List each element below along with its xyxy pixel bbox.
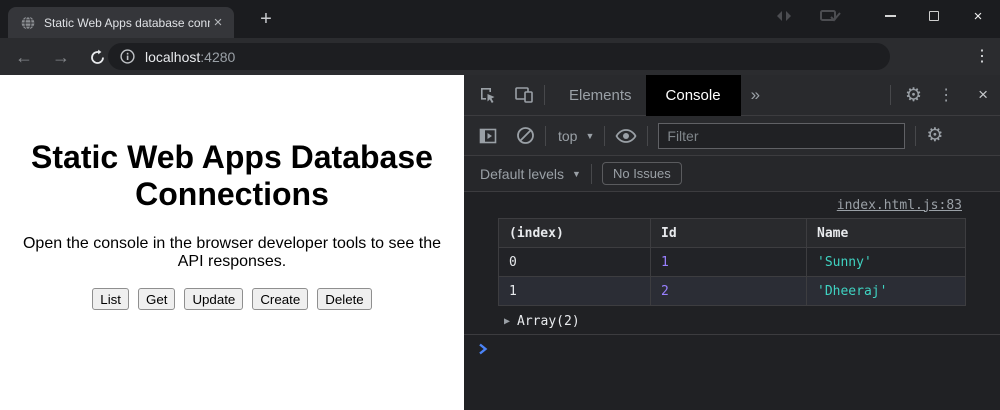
column-header-id[interactable]: Id	[651, 219, 807, 248]
create-button[interactable]: Create	[252, 288, 308, 310]
source-link[interactable]: index.html.js:83	[837, 198, 962, 213]
list-button[interactable]: List	[92, 288, 129, 310]
delete-button[interactable]: Delete	[317, 288, 371, 310]
get-button[interactable]: Get	[138, 288, 175, 310]
no-issues-badge[interactable]: No Issues	[602, 162, 682, 185]
tab-elements[interactable]: Elements	[555, 75, 646, 116]
divider	[604, 126, 605, 146]
divider	[545, 126, 546, 146]
more-tabs-icon[interactable]: »	[741, 85, 770, 105]
back-icon[interactable]: ←	[11, 44, 37, 70]
url-port: :4280	[200, 49, 235, 65]
device-toolbar-icon[interactable]	[514, 85, 534, 105]
side-panels-icon[interactable]	[774, 9, 794, 23]
console-levels-bar: Default levels ▼ No Issues	[464, 156, 1000, 192]
forward-icon[interactable]: →	[48, 44, 74, 70]
tab-title: Static Web Apps database conne	[44, 16, 210, 30]
cell-index-0: 0	[499, 248, 651, 277]
api-buttons: List Get Update Create Delete	[0, 288, 464, 310]
browser-menu-icon[interactable]: ⋮	[970, 45, 994, 69]
table-row[interactable]: 0 1 'Sunny'	[499, 248, 966, 277]
new-tab-button[interactable]: +	[252, 8, 280, 36]
clear-console-icon[interactable]	[516, 126, 535, 145]
cell-name-1: 'Dheeraj'	[807, 277, 966, 306]
console-message-source: index.html.js:83	[464, 192, 1000, 218]
table-header-row: (index) Id Name	[499, 219, 966, 248]
tab-close-icon[interactable]: ×	[210, 15, 226, 30]
content-area: Static Web Apps Database Connections Ope…	[0, 75, 1000, 410]
console-toolbar: top ▼ ⚙	[464, 116, 1000, 156]
titlebar: Static Web Apps database conne × + ×	[0, 0, 1000, 38]
divider	[591, 164, 592, 184]
update-button[interactable]: Update	[184, 288, 243, 310]
column-header-index[interactable]: (index)	[499, 219, 651, 248]
close-devtools-icon[interactable]: ×	[966, 85, 1000, 105]
maximize-button[interactable]	[912, 0, 956, 32]
console-table: (index) Id Name 0 1 'Sunny' 1 2 'Dheeraj…	[498, 218, 966, 306]
console-sidebar-icon[interactable]	[478, 126, 498, 146]
close-window-button[interactable]: ×	[956, 0, 1000, 32]
chevron-down-icon: ▼	[585, 131, 594, 141]
default-levels-dropdown[interactable]: Default levels	[480, 166, 564, 182]
column-header-name[interactable]: Name	[807, 219, 966, 248]
table-row[interactable]: 1 2 'Dheeraj'	[499, 277, 966, 306]
browser-tab[interactable]: Static Web Apps database conne ×	[8, 7, 234, 38]
divider	[890, 85, 891, 105]
cell-name-0: 'Sunny'	[807, 248, 966, 277]
console-settings-gear-icon[interactable]: ⚙	[926, 124, 943, 147]
chevron-down-icon: ▼	[572, 169, 581, 179]
page-description: Open the console in the browser develope…	[16, 235, 448, 271]
window-controls: ×	[774, 0, 1000, 32]
favicon-globe-icon	[20, 15, 36, 31]
devtools-tabbar: Elements Console » ⚙ ⋮ ×	[464, 75, 1000, 116]
browser-window: Static Web Apps database conne × + × ← →	[0, 0, 1000, 410]
inspect-element-icon[interactable]	[478, 85, 498, 105]
minimize-button[interactable]	[868, 0, 912, 32]
reload-icon[interactable]	[84, 44, 110, 70]
address-toolbar: ← → localhost:4280 ⋮	[0, 38, 1000, 75]
divider	[915, 126, 916, 146]
url-host: localhost	[145, 49, 200, 65]
settings-gear-icon[interactable]: ⚙	[905, 84, 922, 107]
address-bar[interactable]: localhost:4280	[108, 43, 890, 70]
web-page: Static Web Apps Database Connections Ope…	[0, 75, 464, 410]
cell-id-0: 1	[651, 248, 807, 277]
close-icon: ×	[974, 8, 983, 25]
filter-input[interactable]	[658, 123, 905, 149]
context-selector[interactable]: top	[558, 128, 577, 144]
console-output: index.html.js:83 (index) Id Name 0 1 'Su…	[464, 192, 1000, 363]
divider	[544, 85, 545, 105]
divider	[647, 126, 648, 146]
devtools-panel: Elements Console » ⚙ ⋮ × top ▼	[464, 75, 1000, 410]
array-preview-row[interactable]: ▶ Array(2)	[464, 308, 1000, 335]
media-check-icon[interactable]	[820, 9, 842, 23]
console-prompt[interactable]	[464, 335, 1000, 363]
cell-index-1: 1	[499, 277, 651, 306]
expand-triangle-icon[interactable]: ▶	[504, 316, 510, 327]
page-title: Static Web Apps Database Connections	[0, 139, 464, 213]
devtools-menu-icon[interactable]: ⋮	[926, 85, 966, 105]
tab-console[interactable]: Console	[646, 75, 741, 116]
prompt-chevron-icon	[477, 343, 489, 355]
array-preview-label: Array(2)	[517, 314, 580, 329]
cell-id-1: 2	[651, 277, 807, 306]
site-info-icon[interactable]	[120, 49, 135, 64]
live-expression-eye-icon[interactable]	[615, 128, 637, 144]
